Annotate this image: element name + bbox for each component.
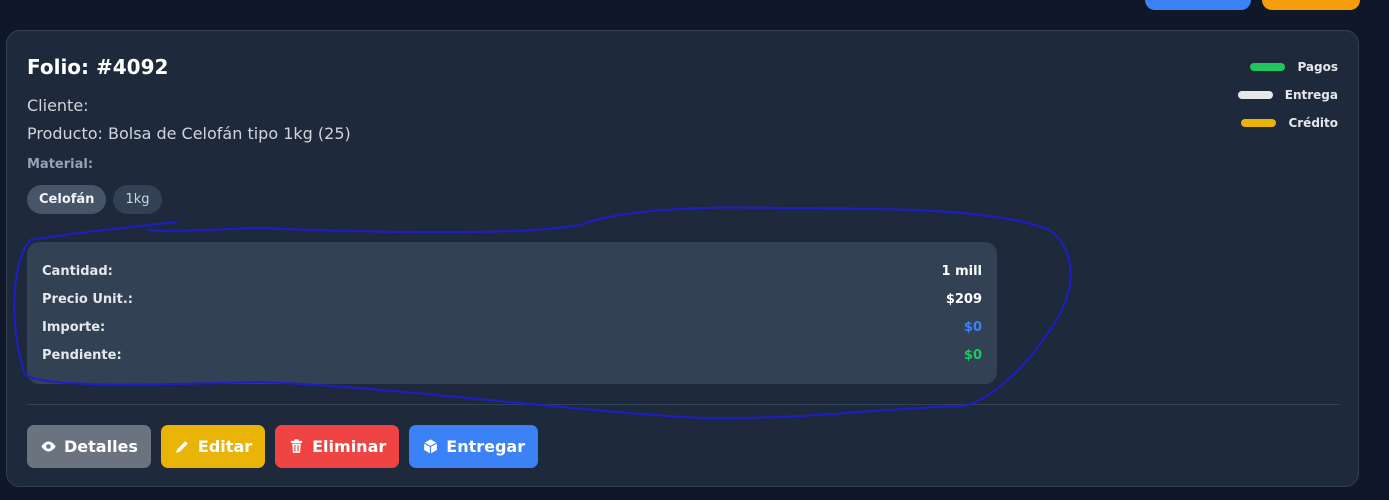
eye-icon <box>41 441 56 452</box>
trash-icon <box>290 439 303 453</box>
summary-row-cantidad: Cantidad: 1 mill <box>42 257 982 285</box>
legend-item-entrega: Entrega <box>1237 81 1338 109</box>
summary-row-precio: Precio Unit.: $209 <box>42 285 982 313</box>
material-tag: Celofán <box>27 185 107 214</box>
pencil-icon <box>176 441 188 453</box>
size-tag: 1kg <box>113 185 162 214</box>
summary-value-precio: $209 <box>945 291 982 307</box>
summary-value-importe: $0 <box>963 319 982 335</box>
summary-label: Cantidad: <box>42 263 113 279</box>
summary-row-importe: Importe: $0 <box>42 313 982 341</box>
details-button[interactable]: Detalles <box>27 425 151 468</box>
deliver-button-label: Entregar <box>446 437 526 456</box>
legend-label: Pagos <box>1297 60 1338 74</box>
summary-label: Precio Unit.: <box>42 291 133 307</box>
summary-value-pendiente: $0 <box>963 347 982 363</box>
status-legend: Pagos Entrega Crédito <box>1237 53 1338 137</box>
order-product: Producto: Bolsa de Celofán tipo 1kg (25) <box>27 124 351 143</box>
legend-item-pagos: Pagos <box>1238 53 1338 81</box>
order-client: Cliente: <box>27 96 89 115</box>
box-icon <box>424 439 438 454</box>
deliver-button[interactable]: Entregar <box>409 425 539 468</box>
legend-label: Crédito <box>1288 116 1338 130</box>
material-label: Material: <box>27 157 94 172</box>
details-button-label: Detalles <box>64 437 138 456</box>
legend-swatch-pagos <box>1250 63 1286 71</box>
summary-label: Pendiente: <box>42 347 122 363</box>
edit-button[interactable]: Editar <box>160 425 266 468</box>
card-divider <box>27 404 1340 405</box>
legend-swatch-credito <box>1241 119 1277 127</box>
order-card: Folio: #4092 Cliente: Producto: Bolsa de… <box>6 30 1359 487</box>
summary-row-pendiente: Pendiente: $0 <box>42 341 982 369</box>
summary-label: Importe: <box>42 319 106 335</box>
material-tags: Celofán 1kg <box>27 185 162 214</box>
top-action-button-blue[interactable] <box>1145 0 1251 10</box>
summary-value-cantidad: 1 mill <box>941 263 983 279</box>
delete-button[interactable]: Eliminar <box>275 425 400 468</box>
delete-button-label: Eliminar <box>312 437 387 456</box>
top-action-button-orange[interactable] <box>1262 0 1360 10</box>
order-folio: Folio: #4092 <box>27 55 169 79</box>
legend-swatch-entrega <box>1237 91 1273 99</box>
action-bar: Detalles Editar Eliminar Entregar <box>27 425 539 468</box>
legend-item-credito: Crédito <box>1238 109 1338 137</box>
edit-button-label: Editar <box>197 437 253 456</box>
legend-label: Entrega <box>1284 88 1338 102</box>
order-summary-panel: Cantidad: 1 mill Precio Unit.: $209 Impo… <box>27 242 997 384</box>
